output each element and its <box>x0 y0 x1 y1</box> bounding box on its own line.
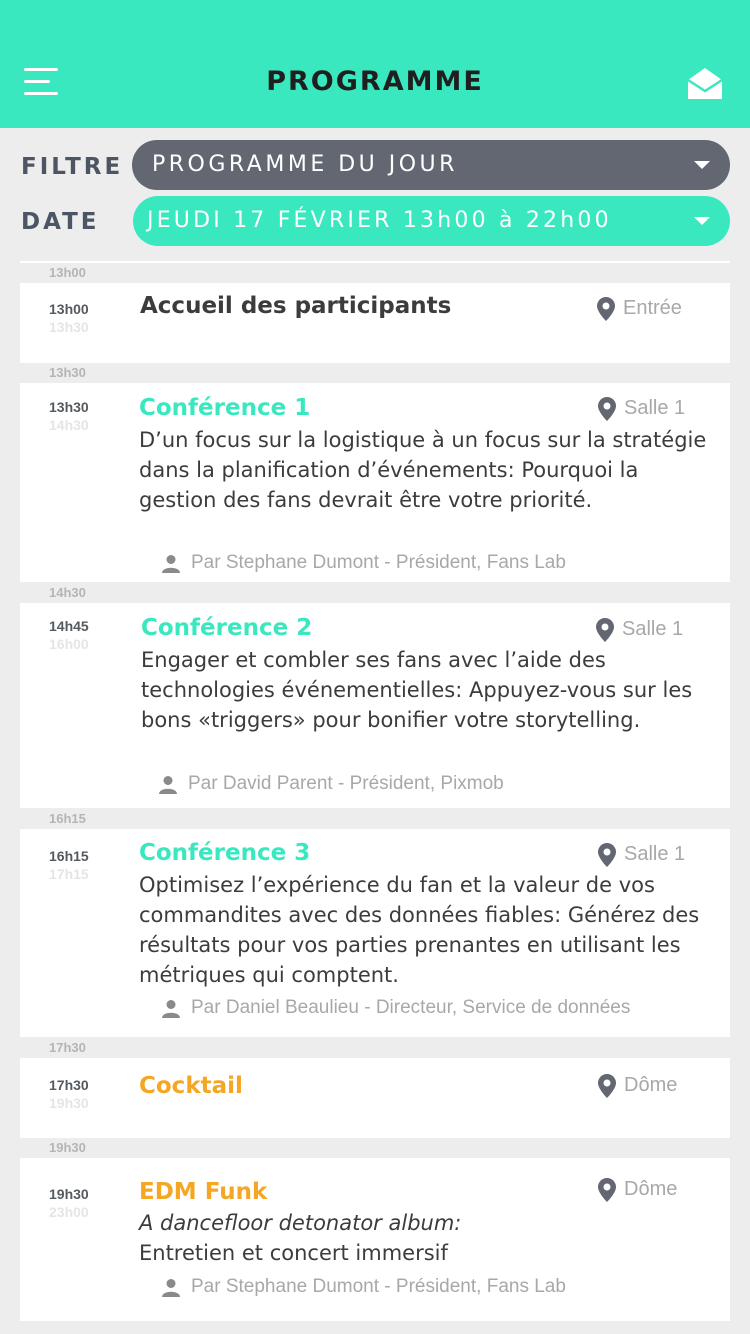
event-start-time: 16h15 <box>49 848 89 864</box>
filter-value: PROGRAMME DU JOUR <box>152 152 458 177</box>
location-pin-icon <box>598 843 616 867</box>
event-card-conference-1[interactable]: 13h30 14h30 Conférence 1 Salle 1 D’un fo… <box>20 383 730 582</box>
event-title: EDM Funk <box>139 1179 268 1205</box>
event-card-accueil[interactable]: 13h00 13h30 Accueil des participants Ent… <box>20 283 730 363</box>
person-icon <box>162 555 180 573</box>
app-header: PROGRAMME <box>0 0 750 128</box>
event-title: Conférence 2 <box>141 615 313 641</box>
filter-label: FILTRE <box>21 154 124 180</box>
event-description-italic: A dancefloor detonator album: <box>139 1211 462 1235</box>
location-pin-icon <box>598 1074 616 1098</box>
event-end-time: 17h15 <box>49 866 89 882</box>
event-end-time: 13h30 <box>49 319 89 335</box>
event-title: Accueil des participants <box>140 293 452 319</box>
event-location-label: Entrée <box>623 297 682 319</box>
event-speaker-label: Par Stephane Dumont - Président, Fans La… <box>191 1276 566 1297</box>
person-icon <box>162 1000 180 1018</box>
event-location-label: Dôme <box>624 1178 678 1200</box>
chevron-down-icon <box>694 217 710 225</box>
event-description: Engager et combler ses fans avec l’aide … <box>141 648 693 732</box>
event-speaker-label: Par Daniel Beaulieu - Directeur, Service… <box>191 997 631 1018</box>
event-speaker-label: Par David Parent - Président, Pixmob <box>188 773 504 794</box>
time-slot-label: 17h30 <box>49 1040 86 1055</box>
event-location-label: Salle 1 <box>624 843 686 865</box>
event-location-label: Salle 1 <box>622 618 684 640</box>
divider <box>20 261 730 263</box>
event-location-label: Dôme <box>624 1074 678 1096</box>
time-slot-label: 16h15 <box>49 811 86 826</box>
location-pin-icon <box>598 397 616 421</box>
filter-dropdown[interactable]: PROGRAMME DU JOUR <box>132 140 730 190</box>
open-envelope-icon[interactable] <box>686 66 724 100</box>
event-title: Cocktail <box>139 1073 243 1099</box>
event-description: D’un focus sur la logistique à un focus … <box>139 428 707 512</box>
location-pin-icon <box>596 618 614 642</box>
event-start-time: 19h30 <box>49 1186 89 1202</box>
time-slot-label: 13h30 <box>49 365 86 380</box>
event-card-conference-2[interactable]: 14h45 16h00 Conférence 2 Salle 1 Engager… <box>20 603 730 808</box>
event-description: Entretien et concert immersif <box>139 1241 448 1265</box>
event-start-time: 17h30 <box>49 1077 89 1093</box>
event-description: Optimisez l’expérience du fan et la vale… <box>139 873 700 987</box>
time-slot-label: 14h30 <box>49 585 86 600</box>
location-pin-icon <box>597 297 615 321</box>
date-dropdown[interactable]: JEUDI 17 FÉVRIER 13h00 à 22h00 <box>133 196 730 246</box>
person-icon <box>162 1279 180 1297</box>
chevron-down-icon <box>694 161 710 169</box>
date-label: DATE <box>21 209 100 235</box>
time-slot-label: 13h00 <box>49 265 86 280</box>
event-end-time: 16h00 <box>49 636 89 652</box>
event-title: Conférence 1 <box>139 395 311 421</box>
event-card-conference-3[interactable]: 16h15 17h15 Conférence 3 Salle 1 Optimis… <box>20 829 730 1037</box>
event-start-time: 14h45 <box>49 618 89 634</box>
event-speaker-label: Par Stephane Dumont - Président, Fans La… <box>191 552 566 573</box>
person-icon <box>159 776 177 794</box>
filter-bar: FILTRE PROGRAMME DU JOUR DATE JEUDI 17 F… <box>0 128 750 264</box>
time-slot-label: 19h30 <box>49 1140 86 1155</box>
event-location-label: Salle 1 <box>624 397 686 419</box>
event-start-time: 13h30 <box>49 399 89 415</box>
event-card-edm-funk[interactable]: 19h30 23h00 EDM Funk Dôme A dancefloor d… <box>20 1158 730 1321</box>
event-end-time: 19h30 <box>49 1095 89 1111</box>
event-end-time: 23h00 <box>49 1204 89 1220</box>
page-title: PROGRAMME <box>266 66 484 97</box>
date-value: JEUDI 17 FÉVRIER 13h00 à 22h00 <box>147 208 612 233</box>
location-pin-icon <box>598 1178 616 1202</box>
event-start-time: 13h00 <box>49 301 89 317</box>
event-title: Conférence 3 <box>139 840 311 866</box>
event-card-cocktail[interactable]: 17h30 19h30 Cocktail Dôme <box>20 1058 730 1138</box>
event-end-time: 14h30 <box>49 417 89 433</box>
